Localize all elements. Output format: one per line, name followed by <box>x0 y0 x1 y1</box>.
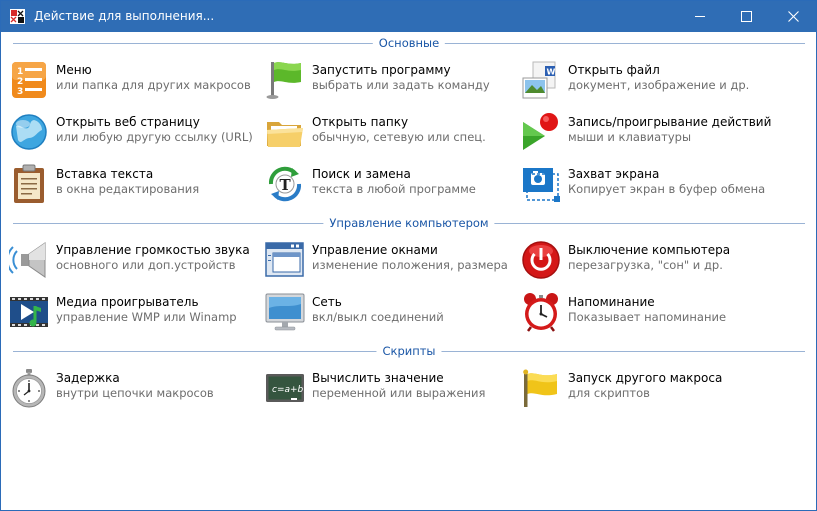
item-title: Поиск и замена <box>312 167 411 181</box>
monitor-network-icon <box>265 292 305 332</box>
item-title: Открыть веб страницу <box>56 115 200 129</box>
section-header-computer: Управление компьютером <box>13 216 805 230</box>
action-dialog-window: Действие для выполнения... Основные 1 2 … <box>0 0 817 511</box>
chalkboard-icon: c=a+b <box>265 368 305 408</box>
stopwatch-icon <box>9 368 49 408</box>
svg-text:W: W <box>547 68 556 77</box>
action-screen-capture[interactable]: Захват экрана Копирует экран в буфер обм… <box>521 162 771 208</box>
item-title: Напоминание <box>568 295 655 309</box>
maximize-button[interactable] <box>723 1 769 32</box>
item-subtitle: основного или доп.устройств <box>56 258 236 272</box>
action-run-program[interactable]: Запустить программу выбрать или задать к… <box>265 58 515 104</box>
item-title: Открыть папку <box>312 115 409 129</box>
section-header-basic: Основные <box>13 36 805 50</box>
item-subtitle: обычную, сетевую или спец. <box>312 130 486 144</box>
item-title: Сеть <box>312 295 342 309</box>
window-title: Действие для выполнения... <box>34 9 215 23</box>
action-open-file[interactable]: W Открыть файл документ, изображение и д… <box>521 58 771 104</box>
green-flag-icon <box>265 60 305 100</box>
item-title: Запись/проигрывание действий <box>568 115 772 129</box>
record-play-icon <box>521 112 561 152</box>
open-file-icon: W <box>521 60 561 100</box>
item-subtitle: в окна редактирования <box>56 182 200 196</box>
item-subtitle: или папка для других макросов <box>56 78 251 92</box>
item-title: Медиа проигрыватель <box>56 295 199 309</box>
action-insert-text[interactable]: Вставка текста в окна редактирования <box>9 162 259 208</box>
item-title: Запуск другого макроса <box>568 371 723 385</box>
svg-text:3: 3 <box>17 87 23 97</box>
item-title: Меню <box>56 63 92 77</box>
item-subtitle: управление WMP или Winamp <box>56 310 237 324</box>
item-title: Выключение компьютера <box>568 243 731 257</box>
speaker-icon <box>9 240 49 280</box>
close-icon <box>787 11 799 22</box>
find-replace-icon: T <box>265 164 305 204</box>
item-title: Вставка текста <box>56 167 154 181</box>
action-delay[interactable]: Задержка внутри цепочки макросов <box>9 366 259 412</box>
item-subtitle: вкл/выкл соединений <box>312 310 444 324</box>
item-subtitle: для скриптов <box>568 386 650 400</box>
item-title: Запустить программу <box>312 63 451 77</box>
action-run-another-macro[interactable]: Запуск другого макроса для скриптов <box>521 366 771 412</box>
minimize-icon <box>694 16 705 17</box>
item-subtitle: выбрать или задать команду <box>312 78 490 92</box>
action-shutdown[interactable]: Выключение компьютера перезагрузка, "сон… <box>521 238 771 284</box>
menu-list-icon: 1 2 3 <box>9 60 49 100</box>
item-subtitle: текста в любой программе <box>312 182 476 196</box>
item-subtitle: Копирует экран в буфер обмена <box>568 182 766 196</box>
section-header-scripts: Скрипты <box>13 344 805 358</box>
media-player-icon <box>9 292 49 332</box>
item-subtitle: документ, изображение и др. <box>568 78 750 92</box>
svg-text:2: 2 <box>17 77 23 87</box>
action-open-web-page[interactable]: Открыть веб страницу или любую другую сс… <box>9 110 259 156</box>
item-title: Управление громкостью звука <box>56 243 250 257</box>
action-network[interactable]: Сеть вкл/выкл соединений <box>265 290 515 336</box>
item-subtitle: Показывает напоминание <box>568 310 727 324</box>
action-media-player[interactable]: Медиа проигрыватель управление WMP или W… <box>9 290 259 336</box>
section-label: Скрипты <box>376 344 442 358</box>
action-reminder[interactable]: Напоминание Показывает напоминание <box>521 290 771 336</box>
action-find-replace[interactable]: T Поиск и замена текста в любой программ… <box>265 162 515 208</box>
alarm-clock-icon <box>521 292 561 332</box>
title-bar[interactable]: Действие для выполнения... <box>1 1 816 32</box>
svg-text:T: T <box>280 176 292 194</box>
app-icon <box>10 9 25 24</box>
power-icon <box>521 240 561 280</box>
item-subtitle: изменение положения, размера <box>312 258 508 272</box>
section-label: Основные <box>372 36 446 50</box>
close-button[interactable] <box>770 1 816 32</box>
maximize-icon <box>740 11 752 22</box>
action-open-folder[interactable]: Открыть папку обычную, сетевую или спец. <box>265 110 515 156</box>
yellow-flag-icon <box>521 368 561 408</box>
action-calculate-value[interactable]: c=a+b Вычислить значение переменной или … <box>265 366 515 412</box>
window-manage-icon <box>265 240 305 280</box>
item-title: Управление окнами <box>312 243 438 257</box>
clipboard-icon <box>9 164 49 204</box>
item-title: Захват экрана <box>568 167 660 181</box>
item-subtitle: или любую другую ссылку (URL) <box>56 130 253 144</box>
action-record-playback[interactable]: Запись/проигрывание действий мыши и клав… <box>521 110 771 156</box>
item-subtitle: перезагрузка, "сон" и др. <box>568 258 723 272</box>
screen-capture-icon <box>521 164 561 204</box>
minimize-button[interactable] <box>677 1 723 32</box>
item-subtitle: мыши и клавиатуры <box>568 130 692 144</box>
chalkboard-text: c=a+b <box>272 385 304 395</box>
action-volume-control[interactable]: Управление громкостью звука основного ил… <box>9 238 259 284</box>
section-label: Управление компьютером <box>323 216 495 230</box>
item-subtitle: внутри цепочки макросов <box>56 386 214 400</box>
item-title: Открыть файл <box>568 63 660 77</box>
globe-icon <box>9 112 49 152</box>
folder-icon <box>265 112 305 152</box>
action-window-management[interactable]: Управление окнами изменение положения, р… <box>265 238 515 284</box>
item-title: Задержка <box>56 371 120 385</box>
item-subtitle: переменной или выражения <box>312 386 486 400</box>
svg-text:1: 1 <box>17 67 23 77</box>
item-title: Вычислить значение <box>312 371 444 385</box>
action-menu[interactable]: 1 2 3 Меню или папка для других макросов <box>9 58 259 104</box>
